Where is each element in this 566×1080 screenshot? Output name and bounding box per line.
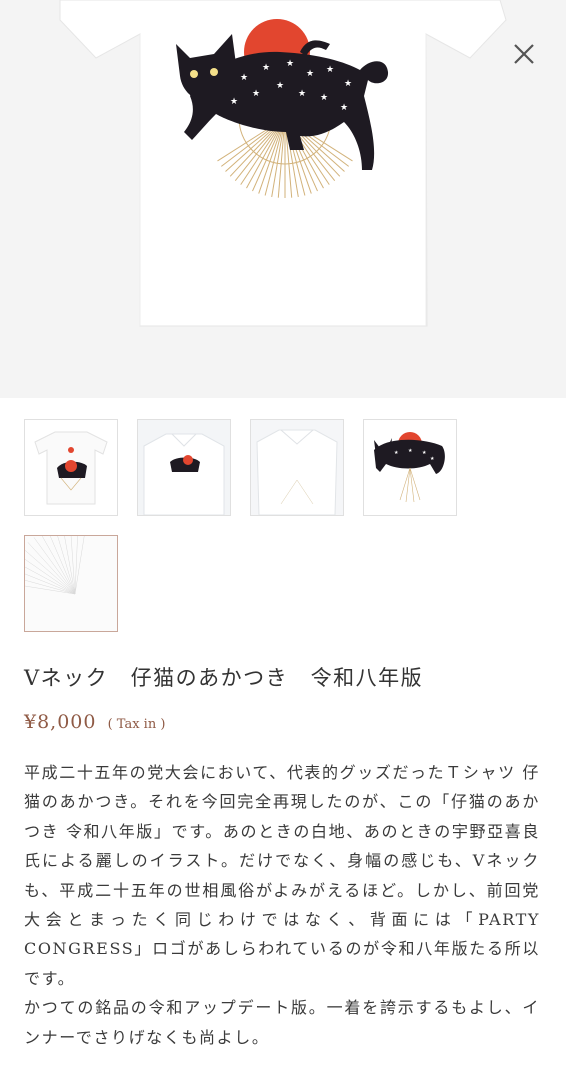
svg-text:★: ★ — [430, 456, 435, 462]
description-paragraph: かつての銘品の令和アップデート版。一着を誇示するもよし、インナーでさりげなくも尚… — [24, 998, 540, 1047]
product-main-image: ★ ★ ★ ★ ★ ★ ★ ★ ★ ★ ★ ★ — [0, 0, 566, 398]
svg-text:★: ★ — [344, 79, 352, 89]
svg-text:★: ★ — [320, 93, 328, 103]
thumbnail-closeup-image: ★ ★ ★★ — [364, 420, 456, 515]
thumbnail-5[interactable] — [24, 535, 118, 632]
thumbnail-rays-image — [25, 536, 117, 631]
thumbnail-3[interactable] — [250, 419, 344, 516]
thumbnail-4[interactable]: ★ ★ ★ ★ — [363, 419, 457, 516]
price-row: ¥8,000 ( Tax in ) — [24, 711, 165, 733]
thumbnail-worn-image — [138, 420, 230, 515]
tax-note: ( Tax in ) — [107, 717, 166, 732]
close-icon — [514, 44, 534, 64]
product-price: ¥8,000 — [24, 711, 97, 733]
svg-text:★: ★ — [230, 97, 238, 107]
svg-text:★: ★ — [394, 450, 399, 456]
svg-text:★: ★ — [326, 65, 334, 75]
svg-text:★: ★ — [240, 73, 248, 83]
product-description: 平成二十五年の党大会において、代表的グッズだったＴシャツ 仔猫のあかつき。それを… — [24, 758, 540, 1052]
thumbnail-back-image — [251, 420, 343, 515]
svg-text:★: ★ — [298, 89, 306, 99]
thumbnail-1[interactable] — [24, 419, 118, 516]
svg-text:★: ★ — [262, 63, 270, 73]
svg-text:★: ★ — [408, 448, 413, 454]
thumbnail-2[interactable] — [137, 419, 231, 516]
svg-text:★: ★ — [306, 69, 314, 79]
description-paragraph: 平成二十五年の党大会において、代表的グッズだったＴシャツ 仔猫のあかつき。それを… — [24, 763, 540, 988]
tshirt-illustration: ★★ ★ ★ ★★ ★★★ ★★★ — [59, 0, 507, 327]
svg-text:★: ★ — [286, 59, 294, 69]
svg-text:★: ★ — [252, 89, 260, 99]
thumbnail-front-image — [25, 420, 117, 515]
svg-text:★: ★ — [276, 81, 284, 91]
close-button[interactable] — [506, 36, 542, 72]
svg-text:★: ★ — [340, 103, 348, 113]
product-title: Vネック 仔猫のあかつき 令和八年版 — [24, 666, 424, 690]
svg-text:★: ★ — [422, 450, 427, 456]
